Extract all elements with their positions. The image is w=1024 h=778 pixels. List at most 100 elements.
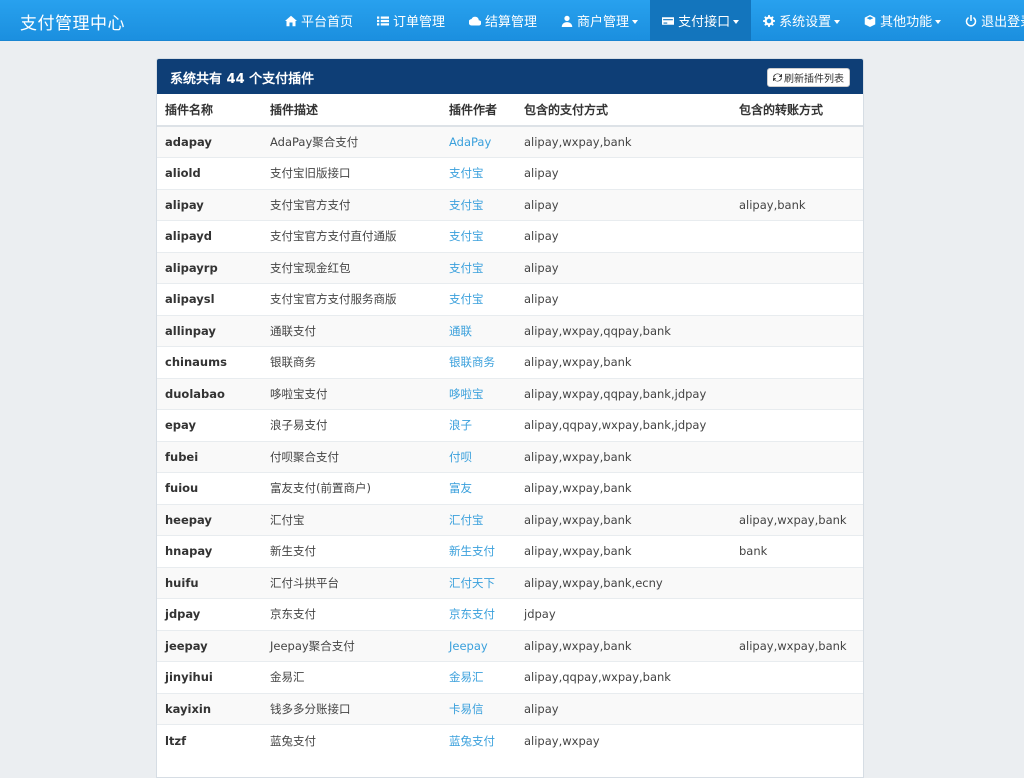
transfer-methods [731, 314, 863, 347]
nav-item-cloud[interactable]: 结算管理 [457, 0, 549, 41]
pay-methods: alipay,wxpay,bank [516, 440, 731, 473]
nav-item-power[interactable]: 退出登录 [953, 0, 1024, 41]
plugin-author-link[interactable]: Jeepay [441, 629, 516, 662]
plugin-table: 插件名称 插件描述 插件作者 包含的支付方式 包含的转账方式 adapay AdaPay聚… [157, 94, 863, 756]
caret-down-icon [935, 19, 942, 24]
pay-methods: alipay,qqpay,wxpay,bank [516, 661, 731, 693]
table-row: kayixin 钱多多分账接口 卡易信 alipay [157, 692, 863, 725]
plugin-author-link[interactable]: 卡易信 [441, 692, 516, 725]
nav-item-home[interactable]: 平台首页 [273, 0, 365, 41]
plugin-author-link[interactable]: 支付宝 [441, 188, 516, 221]
table-row: epay 浪子易支付 浪子 alipay,qqpay,wxpay,bank,jdpay [157, 409, 863, 441]
panel-title: 系统共有 44 个支付插件 [170, 68, 314, 87]
plugin-desc: 支付宝官方支付服务商版 [262, 283, 441, 315]
table-header-row: 插件名称 插件描述 插件作者 包含的支付方式 包含的转账方式 [157, 94, 863, 127]
plugin-count: 44 [226, 72, 245, 87]
plugin-author-link[interactable]: 金易汇 [441, 661, 516, 693]
plugin-author-link[interactable]: AdaPay [441, 125, 516, 158]
transfer-methods: alipay,bank [731, 188, 863, 221]
pay-methods: alipay [516, 251, 731, 284]
plugin-desc: 汇付宝 [262, 503, 441, 536]
transfer-methods [731, 472, 863, 504]
header-plugin-desc: 插件描述 [262, 94, 441, 127]
plugin-author-link[interactable]: 支付宝 [441, 283, 516, 315]
pay-methods: alipay,wxpay,qqpay,bank [516, 314, 731, 347]
caret-down-icon [632, 19, 639, 24]
table-row: alipaysl 支付宝官方支付服务商版 支付宝 alipay [157, 283, 863, 315]
plugin-author-link[interactable]: 支付宝 [441, 220, 516, 252]
nav-item-list[interactable]: 订单管理 [365, 0, 457, 41]
nav-item-cube[interactable]: 其他功能 [852, 0, 953, 41]
plugin-name: jdpay [157, 598, 262, 630]
plugin-name: fubei [157, 440, 262, 473]
transfer-methods [731, 440, 863, 473]
plugin-author-link[interactable]: 汇付宝 [441, 503, 516, 536]
nav-label: 订单管理 [393, 15, 446, 30]
nav-label: 退出登录 [981, 15, 1024, 30]
plugin-author-link[interactable]: 付呗 [441, 440, 516, 473]
plugin-desc: 富友支付(前置商户) [262, 472, 441, 504]
plugin-author-link[interactable]: 富友 [441, 472, 516, 504]
table-row: aliold 支付宝旧版接口 支付宝 alipay [157, 157, 863, 189]
pay-methods: alipay [516, 220, 731, 252]
plugin-desc: 通联支付 [262, 314, 441, 347]
plugin-name: alipayrp [157, 251, 262, 284]
plugin-author-link[interactable]: 通联 [441, 314, 516, 347]
plugin-desc: Jeepay聚合支付 [262, 629, 441, 662]
pay-methods: alipay,wxpay,bank,ecny [516, 566, 731, 599]
table-row: jeepay Jeepay聚合支付 Jeepay alipay,wxpay,bank a… [157, 629, 863, 662]
nav-label: 结算管理 [485, 15, 538, 30]
brand-title[interactable]: 支付管理中心 [20, 9, 125, 34]
table-row: jinyihui 金易汇 金易汇 alipay,qqpay,wxpay,bank [157, 661, 863, 693]
plugin-name: chinaums [157, 346, 262, 378]
plugin-author-link[interactable]: 浪子 [441, 409, 516, 441]
plugin-author-link[interactable]: 哆啦宝 [441, 377, 516, 410]
plugin-author-link[interactable]: 支付宝 [441, 251, 516, 284]
nav-item-user[interactable]: 商户管理 [549, 0, 650, 41]
plugin-author-link[interactable]: 新生支付 [441, 535, 516, 567]
plugin-name: epay [157, 409, 262, 441]
gear-icon [763, 14, 776, 27]
plugin-author-link[interactable]: 银联商务 [441, 346, 516, 378]
plugin-desc: 金易汇 [262, 661, 441, 693]
transfer-methods: alipay,wxpay,bank [731, 503, 863, 536]
pay-methods: alipay,wxpay,bank [516, 629, 731, 662]
main-nav: 平台首页 订单管理 结算管理 商户管理 支付接口 系统设置 其他功能 退出登录 [273, 0, 1024, 41]
plugin-desc: 支付宝现金红包 [262, 251, 441, 284]
pay-methods: alipay,qqpay,wxpay,bank,jdpay [516, 409, 731, 441]
caret-down-icon [733, 19, 740, 24]
plugin-author-link[interactable]: 蓝兔支付 [441, 724, 516, 756]
plugin-panel: 系统共有 44 个支付插件 刷新插件列表 插件名称 插件描述 插件作者 包含的支付方式… [156, 58, 864, 778]
panel-heading: 系统共有 44 个支付插件 刷新插件列表 [157, 59, 863, 94]
plugin-desc: 银联商务 [262, 346, 441, 378]
plugin-desc: 汇付斗拱平台 [262, 566, 441, 599]
plugin-desc: 支付宝旧版接口 [262, 157, 441, 189]
table-row: fuiou 富友支付(前置商户) 富友 alipay,wxpay,bank [157, 472, 863, 504]
transfer-methods [731, 661, 863, 693]
pay-methods: alipay [516, 283, 731, 315]
transfer-methods [731, 125, 863, 158]
nav-item-credit-card[interactable]: 支付接口 [650, 0, 752, 41]
pay-methods: alipay [516, 188, 731, 221]
list-icon [377, 15, 390, 27]
table-row: alipayrp 支付宝现金红包 支付宝 alipay [157, 251, 863, 284]
plugin-name: hnapay [157, 535, 262, 567]
plugin-author-link[interactable]: 汇付天下 [441, 566, 516, 599]
plugin-author-link[interactable]: 京东支付 [441, 598, 516, 630]
transfer-methods [731, 566, 863, 599]
plugin-author-link[interactable]: 支付宝 [441, 157, 516, 189]
nav-item-gear[interactable]: 系统设置 [751, 0, 852, 41]
transfer-methods [731, 409, 863, 441]
nav-label: 商户管理 [577, 15, 630, 30]
nav-label: 支付接口 [678, 15, 731, 30]
table-row: alipayd 支付宝官方支付直付通版 支付宝 alipay [157, 220, 863, 252]
table-row: adapay AdaPay聚合支付 AdaPay alipay,wxpay,bank [157, 125, 863, 158]
table-row: huifu 汇付斗拱平台 汇付天下 alipay,wxpay,bank,ecny [157, 566, 863, 599]
plugin-name: allinpay [157, 314, 262, 347]
user-icon [561, 15, 573, 27]
transfer-methods [731, 346, 863, 378]
refresh-icon [773, 73, 782, 82]
plugin-name: fuiou [157, 472, 262, 504]
refresh-plugins-button[interactable]: 刷新插件列表 [767, 68, 850, 87]
plugin-name: aliold [157, 157, 262, 189]
